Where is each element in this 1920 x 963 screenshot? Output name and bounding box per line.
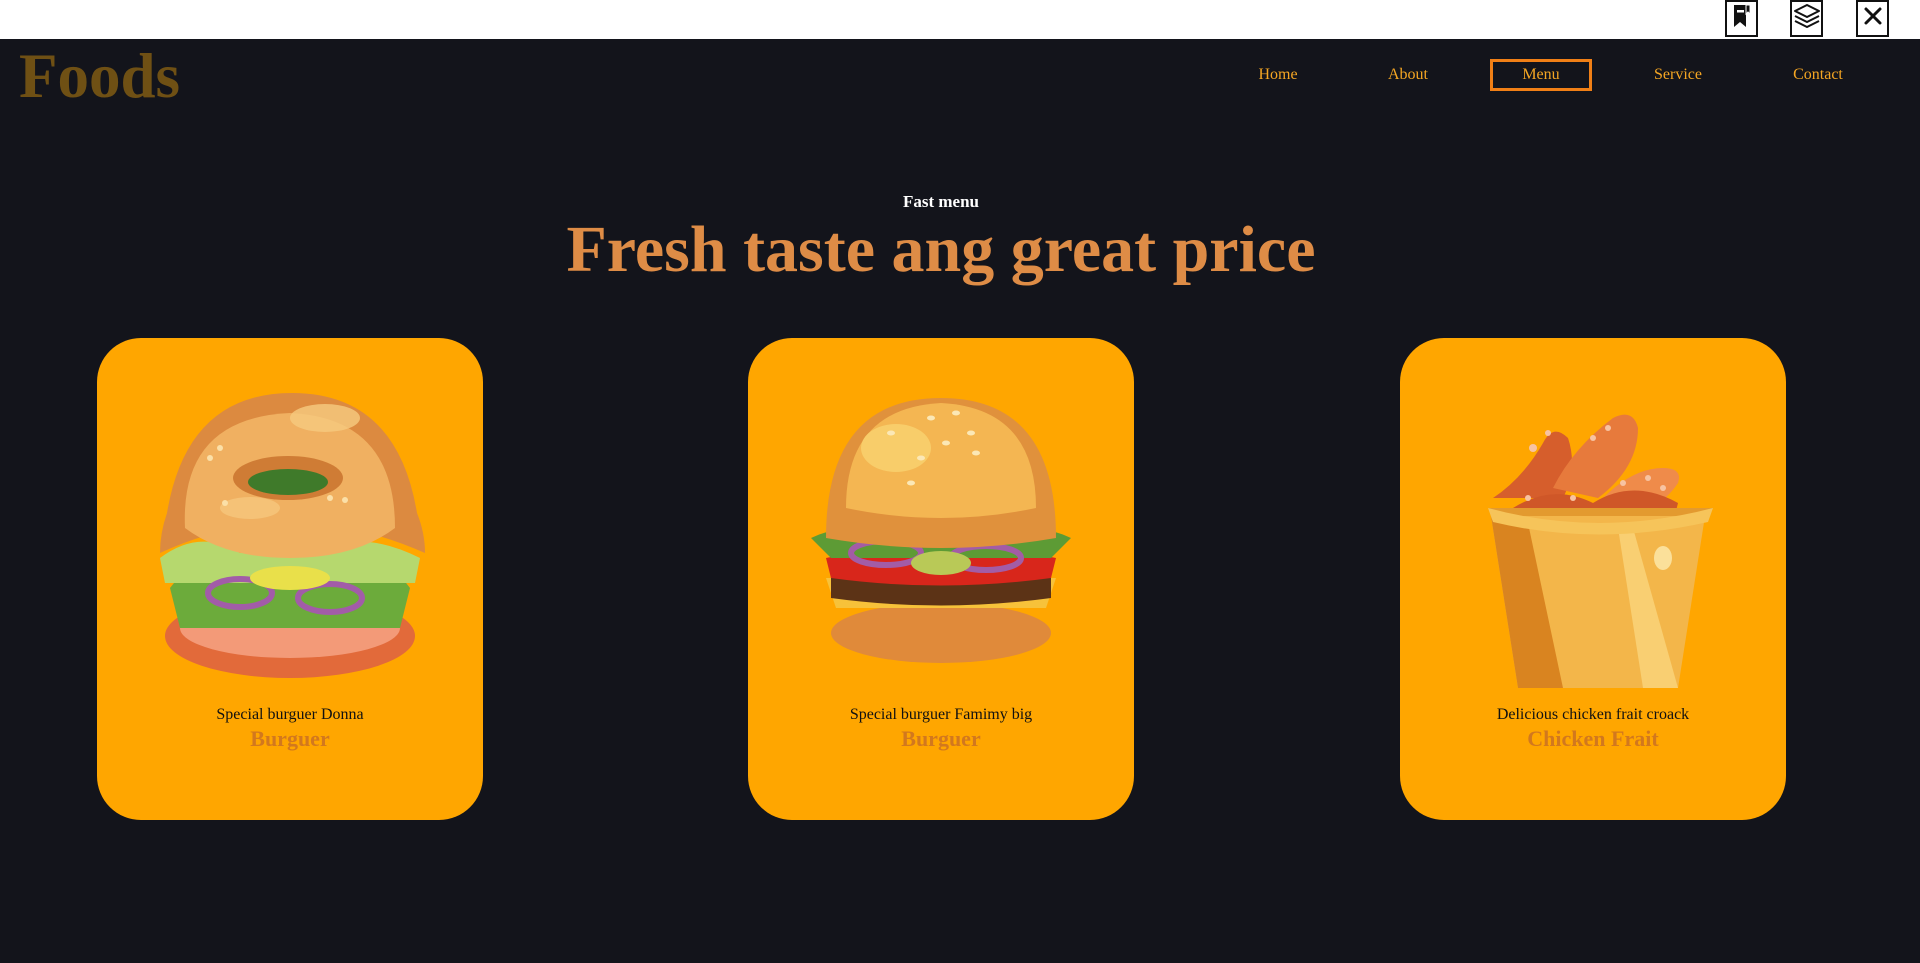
menu-card[interactable]: Delicious chicken frait croack Chicken F… xyxy=(1400,338,1786,820)
close-button[interactable] xyxy=(1856,0,1889,37)
nav-service[interactable]: Service xyxy=(1644,59,1712,91)
card-title: Burguer xyxy=(901,726,981,751)
top-toolbar xyxy=(0,0,1920,39)
main-nav: Home About Menu Service Contact xyxy=(0,59,1920,91)
card-description: Delicious chicken frait croack xyxy=(1496,706,1690,723)
card-title: Chicken Frait xyxy=(1527,726,1659,751)
layers-icon xyxy=(1793,2,1821,35)
fried-chicken-bucket-illustration xyxy=(1488,414,1713,688)
card-description: Special burguer Donna xyxy=(216,706,364,723)
nav-contact[interactable]: Contact xyxy=(1784,59,1852,91)
nav-about[interactable]: About xyxy=(1378,59,1438,91)
close-icon xyxy=(1862,5,1884,32)
menu-card[interactable]: Special burguer Donna Burguer xyxy=(97,338,483,820)
cheeseburger-illustration xyxy=(811,398,1071,663)
card-title: Burguer xyxy=(250,726,330,751)
bagel-burger-illustration xyxy=(160,393,425,678)
section-subtitle: Fast menu xyxy=(902,192,980,211)
layers-button[interactable] xyxy=(1790,0,1823,37)
card-description: Special burguer Famimy big xyxy=(849,706,1033,723)
nav-menu[interactable]: Menu xyxy=(1490,59,1592,91)
bookmark-button[interactable] xyxy=(1725,0,1758,37)
menu-card[interactable]: Special burguer Famimy big Burguer xyxy=(748,338,1134,820)
section-headline: Fresh taste ang great price xyxy=(566,213,1316,286)
bookmark-icon xyxy=(1729,2,1755,35)
nav-home[interactable]: Home xyxy=(1248,59,1308,91)
